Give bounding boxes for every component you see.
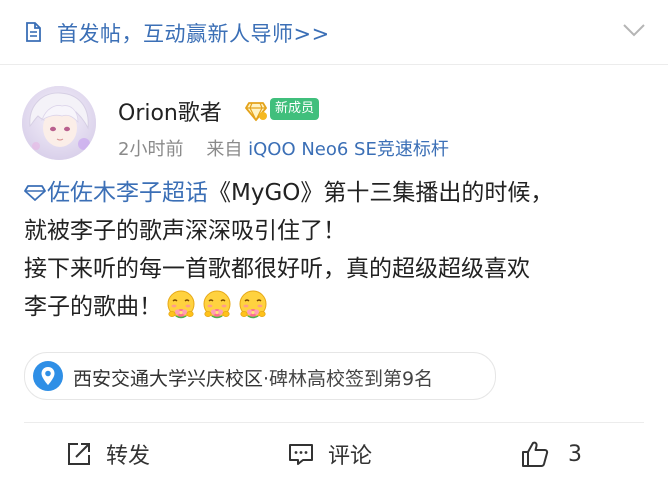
promo-banner[interactable]: 首发帖，互动赢新人导师>> xyxy=(0,0,668,65)
post-text-line-4: 李子的歌曲！ xyxy=(24,288,654,326)
post-meta: 2小时前 来自 iQOO Neo6 SE竞速标杆 xyxy=(118,135,449,161)
author-name[interactable]: Orion歌者 xyxy=(118,95,222,127)
avatar-image xyxy=(22,86,96,160)
comment-icon xyxy=(289,444,313,465)
flower-hug-emoji xyxy=(167,290,195,319)
avatar[interactable] xyxy=(22,86,96,160)
location-text[interactable]: 西安交通大学兴庆校区·碑林高校签到第9名 xyxy=(73,364,433,391)
banner-link-text[interactable]: 首发帖，互动赢新人导师>> xyxy=(57,18,330,48)
location-detail[interactable]: ·碑林高校签到第9名 xyxy=(263,368,433,390)
location-pin-icon xyxy=(33,361,63,391)
post-text-line-3: 接下来听的每一首歌都很好听，真的超级超级喜欢 xyxy=(24,256,530,282)
like-button[interactable]: 3 xyxy=(520,436,582,472)
emoji-row xyxy=(162,290,270,320)
topic-name[interactable]: 佐佐木李子超话 xyxy=(47,180,208,206)
post-text-line-1: 佐佐木李子超话《MyGO》第十三集播出的时候， xyxy=(24,174,654,212)
post-text-line-2: 就被李子的歌声深深吸引住了！ xyxy=(24,218,346,244)
location-name[interactable]: 西安交通大学兴庆校区 xyxy=(73,368,263,390)
repost-icon xyxy=(68,443,90,465)
comment-label[interactable]: 评论 xyxy=(328,438,372,470)
like-count[interactable]: 3 xyxy=(568,442,582,467)
super-topic-diamond-icon xyxy=(24,185,46,201)
post-text: 佐佐木李子超话《MyGO》第十三集播出的时候， 就被李子的歌声深深吸引住了！ 接… xyxy=(24,174,654,326)
topic-link[interactable]: 佐佐木李子超话 xyxy=(24,180,208,206)
vip-diamond-icon xyxy=(245,102,267,122)
source-prefix: 来自 xyxy=(206,139,243,160)
chevron-down-icon[interactable] xyxy=(622,22,646,38)
comment-button[interactable]: 评论 xyxy=(288,436,372,472)
post-time: 2小时前 xyxy=(118,139,184,160)
divider xyxy=(24,422,644,423)
device-link[interactable]: iQOO Neo6 SE竞速标杆 xyxy=(248,139,449,160)
thumbs-up-icon xyxy=(522,441,549,467)
flower-hug-emoji xyxy=(203,290,231,319)
repost-button[interactable]: 转发 xyxy=(66,436,150,472)
document-icon xyxy=(26,22,41,42)
flower-hug-emoji xyxy=(239,290,267,319)
new-member-badge: 新成员 xyxy=(270,98,320,120)
repost-label[interactable]: 转发 xyxy=(106,438,150,470)
post-text-4: 李子的歌曲！ xyxy=(24,294,162,320)
post-text-1: 《MyGO》第十三集播出的时候， xyxy=(208,180,554,206)
location-chip[interactable]: 西安交通大学兴庆校区·碑林高校签到第9名 xyxy=(24,352,496,400)
